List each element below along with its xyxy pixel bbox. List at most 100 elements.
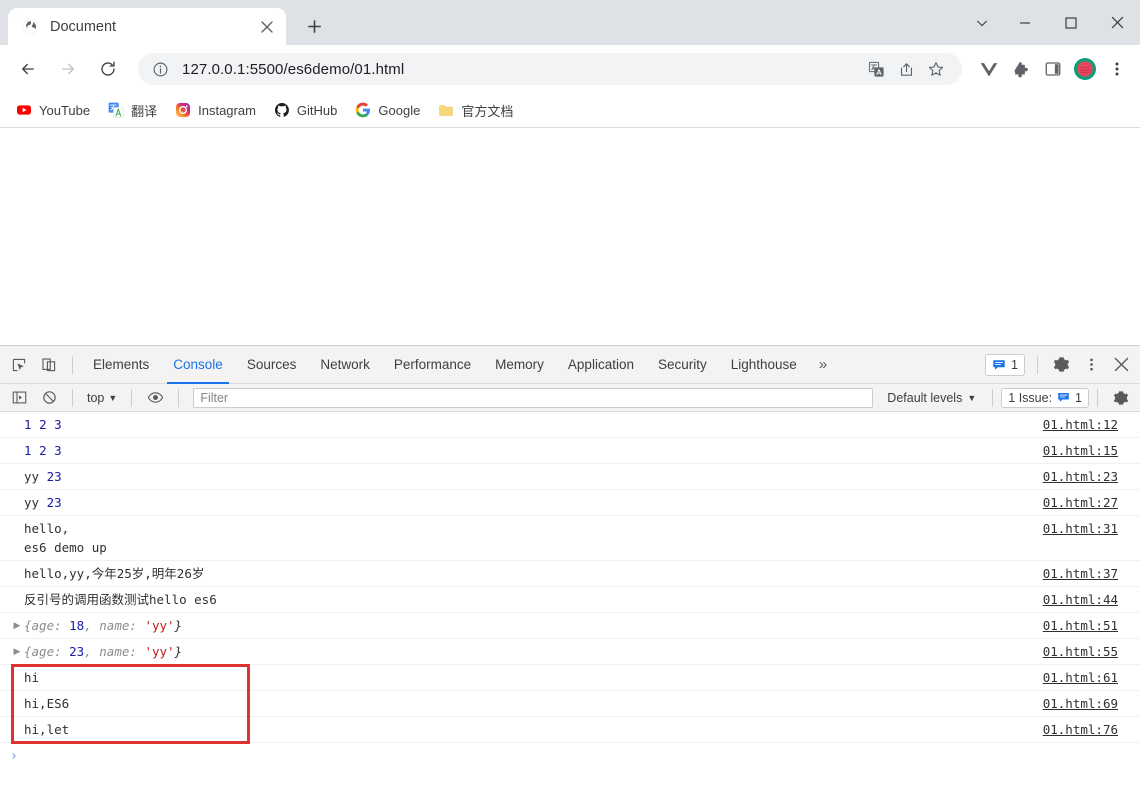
- console-message-row[interactable]: hi 01.html:61: [0, 665, 1140, 691]
- more-tabs-button[interactable]: »: [809, 346, 837, 384]
- tab-application[interactable]: Application: [556, 346, 646, 384]
- console-message-row[interactable]: yy 23 01.html:27: [0, 490, 1140, 516]
- device-toolbar-icon[interactable]: [34, 351, 64, 379]
- console-message-row[interactable]: 反引号的调用函数测试hello es6 01.html:44: [0, 587, 1140, 613]
- close-devtools-button[interactable]: [1106, 351, 1136, 379]
- console-message-text: {age: 23, name: 'yy'}: [24, 644, 183, 659]
- clear-console-icon[interactable]: [34, 384, 64, 412]
- prompt-caret-icon: ›: [10, 748, 18, 764]
- extensions-puzzle-icon[interactable]: [1006, 54, 1036, 84]
- tab-performance[interactable]: Performance: [382, 346, 483, 384]
- reload-button[interactable]: [92, 53, 124, 85]
- tab-sources[interactable]: Sources: [235, 346, 309, 384]
- console-source-link[interactable]: 01.html:69: [1043, 694, 1140, 713]
- tab-security[interactable]: Security: [646, 346, 719, 384]
- console-source-link[interactable]: 01.html:76: [1043, 720, 1140, 739]
- console-source-link[interactable]: 01.html:23: [1043, 467, 1140, 486]
- console-source-link[interactable]: 01.html:12: [1043, 415, 1140, 434]
- console-message-list[interactable]: 1 2 3 01.html:12 1 2 3 01.html:15 yy 23 01.ht…: [0, 412, 1140, 797]
- console-source-link[interactable]: 01.html:61: [1043, 668, 1140, 687]
- message-bubble-icon: [993, 359, 1005, 370]
- devtools-tab-actions: 1: [985, 351, 1140, 379]
- browser-toolbar: 127.0.0.1:5500/es6demo/01.html: [0, 45, 1140, 93]
- expand-triangle-icon[interactable]: ▶: [10, 616, 24, 635]
- new-tab-button[interactable]: [298, 10, 330, 42]
- forward-button[interactable]: [52, 53, 84, 85]
- side-panel-icon[interactable]: [1038, 54, 1068, 84]
- youtube-icon: [16, 102, 32, 118]
- tab-memory[interactable]: Memory: [483, 346, 556, 384]
- bookmark-star-icon[interactable]: [922, 55, 950, 83]
- tab-console[interactable]: Console: [161, 346, 235, 384]
- console-sidebar-icon[interactable]: [4, 384, 34, 412]
- console-message-row[interactable]: hi,ES6 01.html:69: [0, 691, 1140, 717]
- issue-summary-count: 1: [1075, 390, 1082, 405]
- browser-tab[interactable]: Document: [8, 8, 286, 45]
- execution-context-dropdown[interactable]: top ▼: [81, 388, 123, 408]
- console-message-row[interactable]: hello,yy,今年25岁,明年26岁 01.html:37: [0, 561, 1140, 587]
- chevron-down-icon: ▼: [108, 392, 118, 403]
- console-message-row[interactable]: hi,let 01.html:76: [0, 717, 1140, 743]
- tab-network[interactable]: Network: [308, 346, 382, 384]
- console-message-text: 反引号的调用函数测试hello es6: [24, 592, 217, 607]
- issue-summary-chip[interactable]: 1 Issue: 1: [1001, 387, 1089, 408]
- console-source-link[interactable]: 01.html:15: [1043, 441, 1140, 460]
- bookmark-github[interactable]: GitHub: [266, 97, 345, 123]
- address-bar[interactable]: 127.0.0.1:5500/es6demo/01.html: [138, 53, 962, 85]
- share-icon[interactable]: [892, 55, 920, 83]
- bookmark-youtube[interactable]: YouTube: [8, 97, 98, 123]
- bookmark-label: Google: [378, 102, 421, 118]
- console-message-row[interactable]: 1 2 3 01.html:15: [0, 438, 1140, 464]
- console-settings-gear-icon[interactable]: [1106, 384, 1136, 412]
- tab-strip: Document: [0, 0, 1140, 45]
- expand-triangle-icon[interactable]: ▶: [10, 642, 24, 661]
- bookmark-translate[interactable]: 翻译: [100, 97, 165, 123]
- console-source-link[interactable]: 01.html:37: [1043, 564, 1140, 583]
- console-source-link[interactable]: 01.html:27: [1043, 493, 1140, 512]
- tab-search-button[interactable]: [962, 0, 1002, 45]
- console-message-text: hello,yy,今年25岁,明年26岁: [24, 566, 205, 581]
- chevron-down-icon: ▼: [967, 392, 977, 403]
- maximize-button[interactable]: [1048, 0, 1094, 45]
- vue-devtools-icon[interactable]: [974, 54, 1004, 84]
- log-levels-dropdown[interactable]: Default levels ▼: [879, 388, 984, 408]
- tab-lighthouse[interactable]: Lighthouse: [719, 346, 809, 384]
- live-expression-eye-icon[interactable]: [140, 384, 170, 412]
- chrome-menu-icon[interactable]: [1102, 54, 1132, 84]
- minimize-button[interactable]: [1002, 0, 1048, 45]
- console-source-link[interactable]: 01.html:51: [1043, 616, 1140, 635]
- divider: [72, 388, 73, 407]
- github-icon: [274, 102, 290, 118]
- close-window-button[interactable]: [1094, 0, 1140, 45]
- console-message-row[interactable]: hello, es6 demo up 01.html:31: [0, 516, 1140, 561]
- extensions-area: [974, 54, 1132, 84]
- console-source-link[interactable]: 01.html:55: [1043, 642, 1140, 661]
- log-levels-label: Default levels: [887, 390, 963, 405]
- console-prompt[interactable]: ›: [0, 743, 1140, 769]
- console-filter-input[interactable]: [193, 387, 874, 408]
- bookmark-google[interactable]: Google: [347, 97, 428, 123]
- back-button[interactable]: [12, 53, 44, 85]
- console-message-text: 1 2 3: [24, 443, 62, 458]
- console-message-row[interactable]: ▶ {age: 18, name: 'yy'} 01.html:51: [0, 613, 1140, 639]
- inspect-element-icon[interactable]: [4, 351, 34, 379]
- window-controls: [962, 0, 1140, 45]
- close-tab-button[interactable]: [256, 16, 278, 38]
- issues-badge[interactable]: 1: [985, 353, 1025, 376]
- console-source-link[interactable]: 01.html:31: [1043, 519, 1140, 538]
- console-source-link[interactable]: 01.html:44: [1043, 590, 1140, 609]
- browser-window: Document 127.0.0.1:5500/es6demo/01.html …: [0, 0, 1140, 797]
- tab-elements[interactable]: Elements: [81, 346, 161, 384]
- translate-icon[interactable]: [862, 55, 890, 83]
- bookmark-instagram[interactable]: Instagram: [167, 97, 264, 123]
- console-message-row[interactable]: yy 23 01.html:23: [0, 464, 1140, 490]
- more-vertical-icon[interactable]: [1076, 351, 1106, 379]
- gear-icon[interactable]: [1046, 351, 1076, 379]
- devtools-tab-bar: Elements Console Sources Network Perform…: [0, 346, 1140, 384]
- tab-title: Document: [50, 18, 117, 35]
- bookmark-folder-official-docs[interactable]: 官方文档: [430, 97, 521, 123]
- profile-avatar[interactable]: [1070, 54, 1100, 84]
- console-message-row[interactable]: ▶ {age: 23, name: 'yy'} 01.html:55: [0, 639, 1140, 665]
- console-message-row[interactable]: 1 2 3 01.html:12: [0, 412, 1140, 438]
- info-circle-icon[interactable]: [152, 61, 170, 78]
